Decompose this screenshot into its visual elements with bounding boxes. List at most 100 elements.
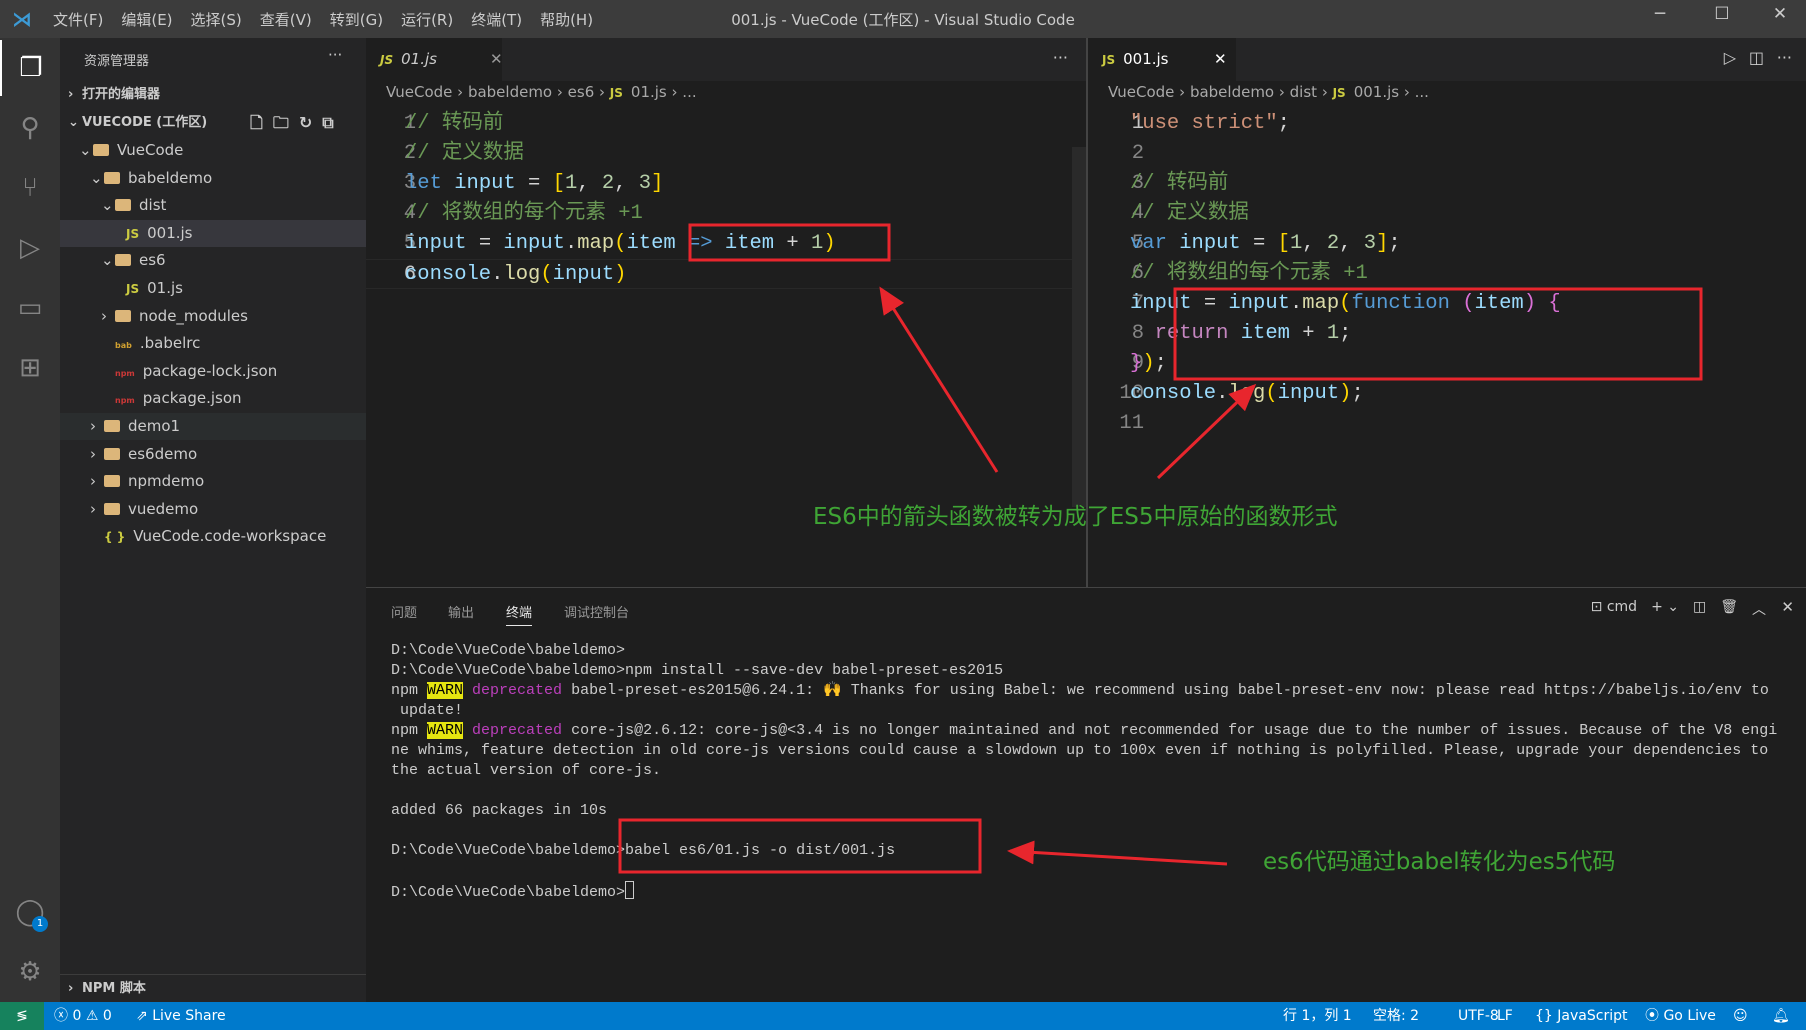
line-text: }); <box>1130 349 1167 379</box>
split-editor-icon[interactable]: ◫ <box>1749 48 1764 67</box>
tree-item[interactable]: ⌄ es6 <box>60 247 366 274</box>
accounts-icon[interactable]: ◯ 1 <box>0 884 60 940</box>
breadcrumb-item[interactable]: VueCode <box>386 83 452 101</box>
open-editors-section[interactable]: › 打开的编辑器 <box>60 81 366 108</box>
explorer-icon[interactable]: ❐ <box>0 40 60 96</box>
tab-01-js[interactable]: JS 01.js ✕ <box>366 38 503 81</box>
panel-tab[interactable]: 问题 <box>391 602 417 621</box>
panel-actions: ⊡ cmd + ⌄ ◫ 🗑 ︿ <box>1591 599 1766 619</box>
collapse-all-icon[interactable]: ⧉ <box>322 113 343 132</box>
code-token: 3 <box>1363 232 1377 255</box>
panel-tab[interactable]: 输出 <box>448 602 474 621</box>
breadcrumb-item[interactable]: 01.js <box>631 83 667 101</box>
notifications-bell-icon[interactable]: 🔔︎ <box>1772 1002 1790 1030</box>
workspace-section[interactable]: ⌄ VUECODE (工作区) 🗋🗀↻⧉ <box>60 109 366 136</box>
code-token: input <box>1130 292 1192 315</box>
split-terminal-icon[interactable]: ◫ <box>1693 599 1706 619</box>
language-mode[interactable]: {} JavaScript <box>1535 1002 1627 1030</box>
tree-item[interactable]: ⌄ dist <box>60 192 366 219</box>
remote-explorer-icon[interactable]: ▭ <box>0 280 60 336</box>
code-token: // 将数组的每个元素 +1 <box>1130 262 1368 285</box>
close-tab-icon[interactable]: ✕ <box>1214 38 1227 81</box>
new-folder-icon[interactable]: 🗀 <box>273 113 299 132</box>
indentation[interactable]: 空格: 2 <box>1373 1002 1419 1030</box>
cursor-position[interactable]: 行 1，列 1 <box>1283 1002 1352 1030</box>
code-token: . <box>1216 382 1229 405</box>
code-area[interactable]: 1 "use strict"; 2 3// 转码前 4// 定义数据 5 var input… <box>1088 109 1806 439</box>
tree-item-label: .babelrc <box>139 334 201 353</box>
breadcrumb-item[interactable]: es6 <box>568 83 595 101</box>
activity-bar: ❐ ⚲ ⑂ ▷ ▭ ⊞ ◯ 1 ⚙ <box>0 38 60 1002</box>
live-share-button[interactable]: ⇗ Live Share <box>136 1002 226 1030</box>
terminal-line: the actual version of core-js. <box>391 761 1777 781</box>
code-token: input <box>503 232 565 255</box>
bottom-panel: 问题 输出 终端 调试控制台 ⊡ cmd + ⌄ ◫ 🗑 ︿ ✕ D:\Code\Vu… <box>366 587 1806 1002</box>
run-debug-icon[interactable]: ▷ <box>0 220 60 276</box>
npm-scripts-label: NPM 脚本 <box>82 981 146 996</box>
panel-tab[interactable]: 终端 <box>506 602 533 626</box>
settings-gear-icon[interactable]: ⚙ <box>0 944 60 1000</box>
extensions-icon[interactable]: ⊞ <box>0 340 60 396</box>
refresh-icon[interactable]: ↻ <box>299 113 322 132</box>
panel-tab[interactable]: 调试控制台 <box>564 602 629 621</box>
problems-status[interactable]: ⓧ 0 ⚠ 0 <box>54 1002 112 1030</box>
code-token: return <box>1130 322 1241 345</box>
breadcrumb-item[interactable]: ... <box>682 83 696 101</box>
close-window-button[interactable]: ✕ <box>1760 4 1800 34</box>
code-token: item <box>1240 322 1290 345</box>
go-live-label: Go Live <box>1663 1008 1716 1024</box>
go-live-button[interactable]: ⦿ Go Live <box>1645 1002 1716 1030</box>
code-token: [ <box>1277 232 1290 255</box>
run-icon[interactable]: ▷ <box>1724 48 1736 67</box>
code-line: 8 return item + 1; <box>1088 319 1806 349</box>
new-file-icon[interactable]: 🗋 <box>250 113 273 132</box>
tree-item[interactable]: JS 01.js <box>60 275 366 302</box>
code-token: ; <box>1154 352 1167 375</box>
folder-icon <box>104 502 120 515</box>
scrollbar[interactable] <box>1072 147 1086 507</box>
tree-item[interactable]: › demo1 <box>60 413 366 440</box>
code-token: console <box>405 263 492 286</box>
end-of-line[interactable]: LF <box>1497 1002 1513 1030</box>
close-panel-icon[interactable]: ✕ <box>1781 598 1794 616</box>
tree-item[interactable]: › vuedemo <box>60 496 366 523</box>
breadcrumb-item[interactable]: VueCode <box>1108 83 1174 101</box>
tree-item[interactable]: npm package.json <box>60 385 366 412</box>
tree-item[interactable]: › node_modules <box>60 303 366 330</box>
feedback-icon[interactable]: ☺ <box>1733 1002 1748 1030</box>
chevron-right-icon: › <box>101 306 107 325</box>
maximize-button[interactable]: ☐ <box>1702 4 1742 34</box>
tree-item[interactable]: ⌄ VueCode <box>60 137 366 164</box>
breadcrumb-item[interactable]: dist <box>1290 83 1317 101</box>
terminal-text: core-js@2.6.12: core-js@<3.4 is no longe… <box>562 722 1778 739</box>
tab-001-js[interactable]: JS 001.js ✕ <box>1088 38 1236 81</box>
tree-item[interactable]: › es6demo <box>60 441 366 468</box>
tree-item[interactable]: JS 001.js <box>60 219 366 247</box>
close-tab-icon[interactable]: ✕ <box>490 38 503 81</box>
more-actions-button[interactable]: ··· <box>1777 48 1792 67</box>
npm-scripts-section[interactable]: › NPM 脚本 <box>60 974 366 1001</box>
tree-item[interactable]: ⌄ babeldemo <box>60 165 366 192</box>
encoding[interactable]: UTF-8 <box>1458 1002 1499 1030</box>
minimize-button[interactable]: ─ <box>1640 4 1680 34</box>
search-icon[interactable]: ⚲ <box>0 100 60 156</box>
new-terminal-icon[interactable]: + ⌄ <box>1651 599 1679 619</box>
tree-item[interactable]: { } VueCode.code-workspace <box>60 523 366 550</box>
error-icon: ⓧ <box>54 1008 68 1024</box>
tree-item[interactable]: bab .babelrc <box>60 330 366 357</box>
more-actions-button[interactable]: ··· <box>328 46 342 64</box>
remote-icon[interactable]: ≶ <box>0 1002 44 1030</box>
maximize-panel-icon[interactable]: ︿ <box>1752 599 1766 619</box>
more-actions-button[interactable]: ··· <box>1053 48 1068 67</box>
npm-file-icon: npm <box>115 396 135 406</box>
breadcrumb-item[interactable]: ... <box>1415 83 1429 101</box>
kill-terminal-icon[interactable]: 🗑 <box>1720 599 1738 619</box>
code-area[interactable]: 1// 转码前 2// 定义数据 3 let input = [1, 2, 3] 4//… <box>366 109 1086 289</box>
breadcrumb-item[interactable]: babeldemo <box>1190 83 1274 101</box>
source-control-icon[interactable]: ⑂ <box>0 160 60 216</box>
terminal-shell-selector[interactable]: ⊡ cmd <box>1591 599 1637 619</box>
breadcrumb-item[interactable]: 001.js <box>1354 83 1399 101</box>
tree-item[interactable]: npm package-lock.json <box>60 358 366 385</box>
tree-item[interactable]: › npmdemo <box>60 468 366 495</box>
breadcrumb-item[interactable]: babeldemo <box>468 83 552 101</box>
